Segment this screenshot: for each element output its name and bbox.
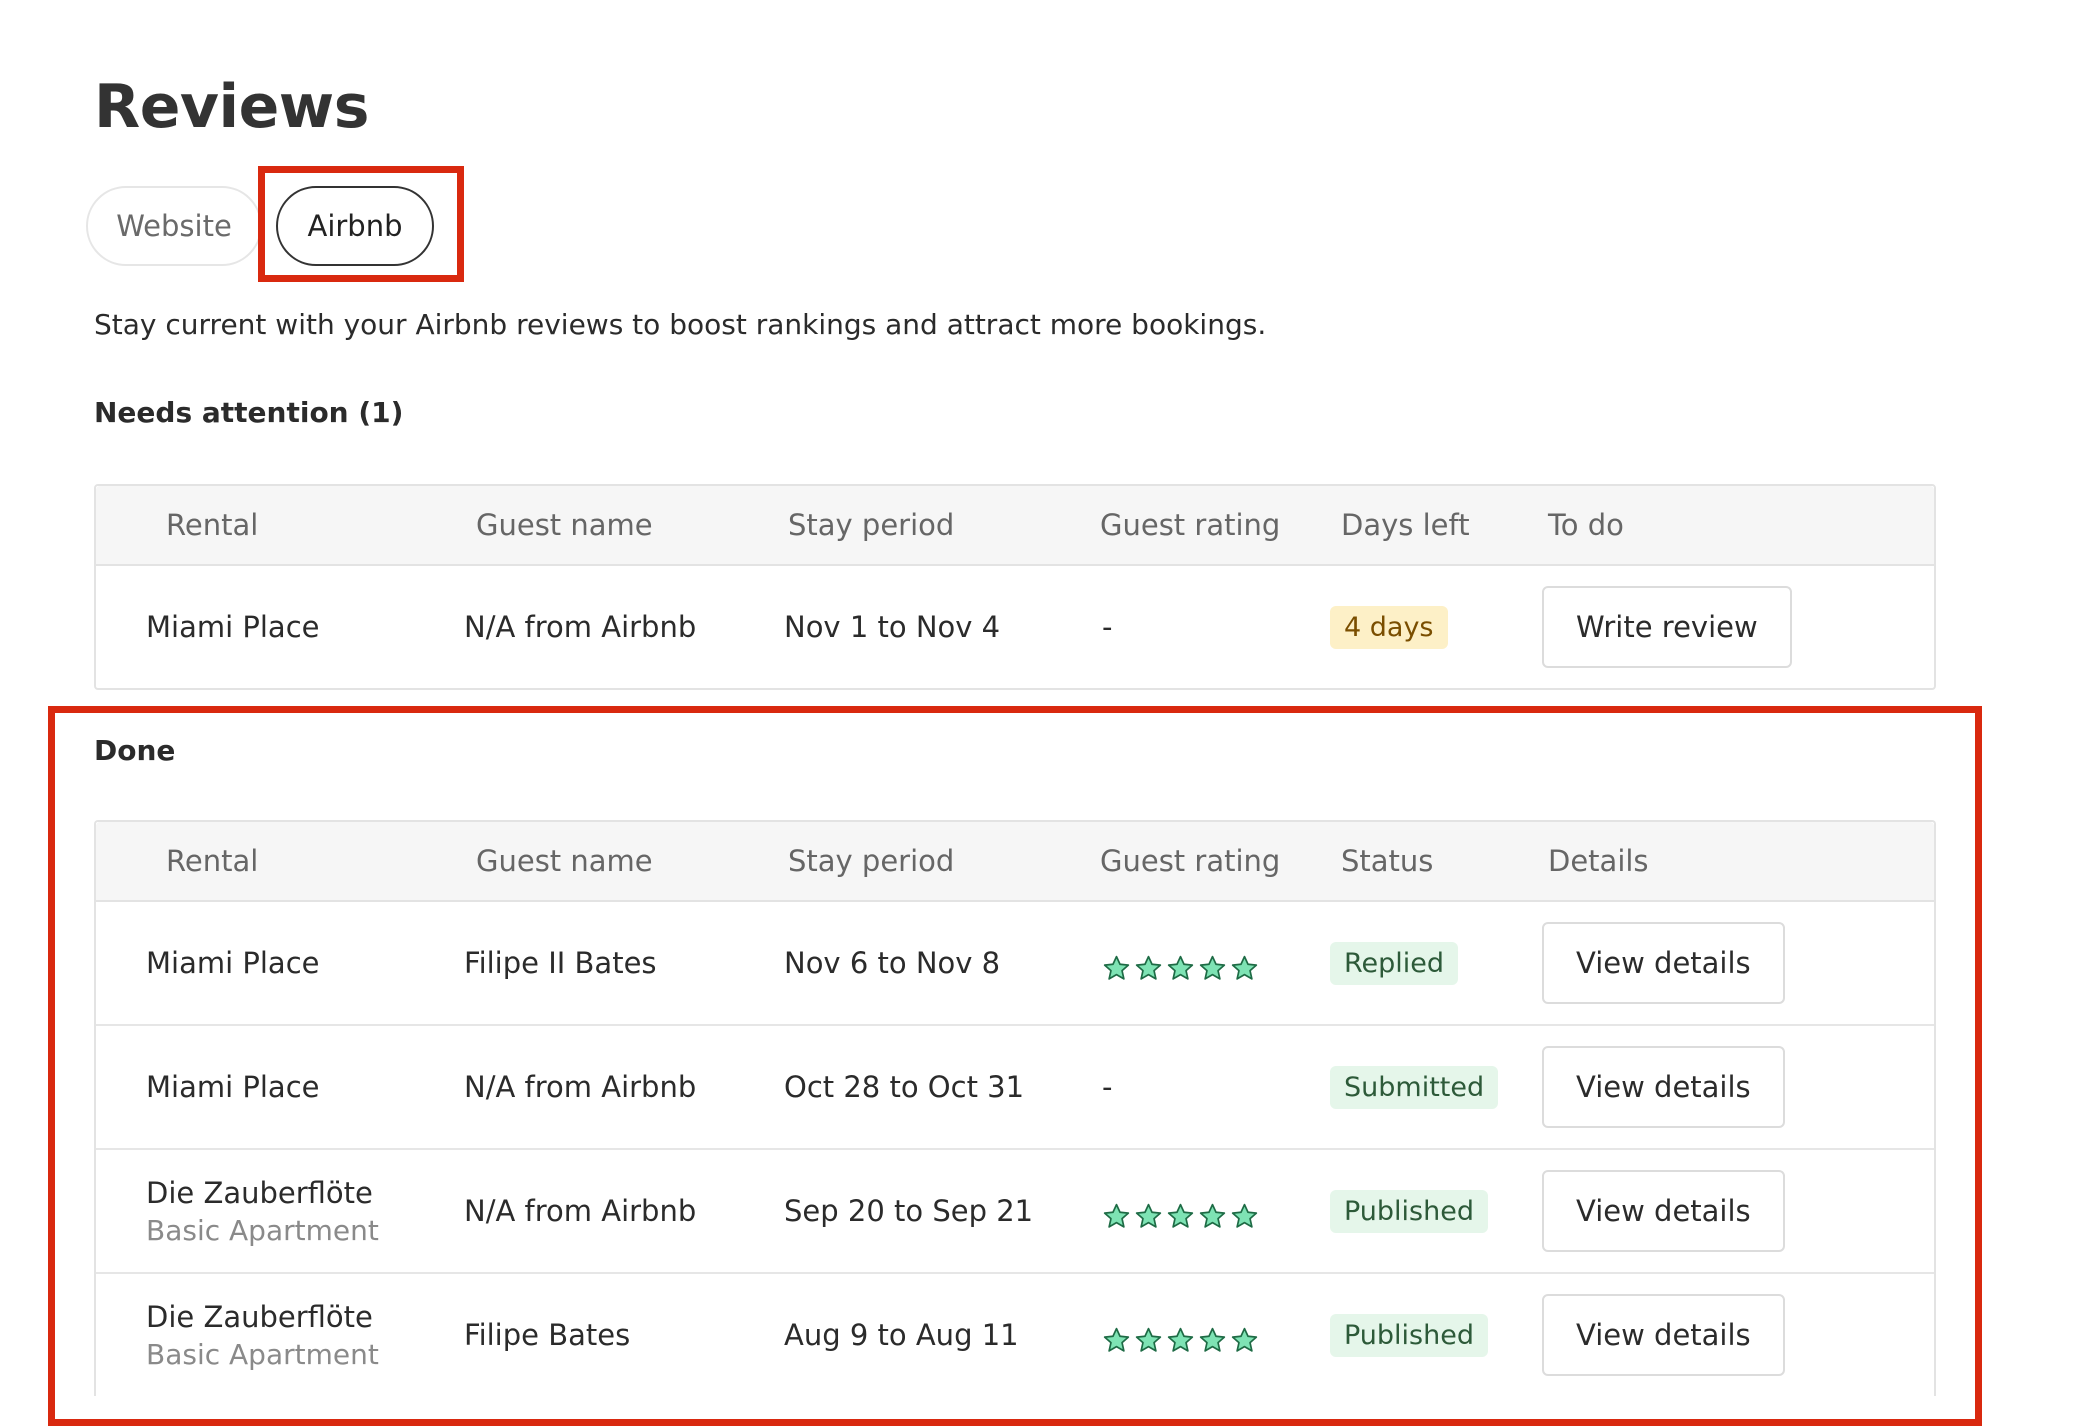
tab-website[interactable]: Website (86, 186, 262, 266)
todo-cell: Write review (1542, 566, 1792, 688)
star-icon (1167, 1203, 1194, 1228)
page-subtitle: Stay current with your Airbnb reviews to… (94, 308, 1267, 341)
star-icon (1103, 955, 1130, 980)
status-cell: Replied (1330, 902, 1459, 1024)
stay-period: Oct 28 to Oct 31 (784, 1070, 1025, 1104)
details-cell: View details (1542, 1026, 1785, 1148)
details-cell: View details (1542, 1150, 1785, 1272)
star-icon (1103, 1327, 1130, 1352)
table-row: Die Zauberflöte Basic Apartment N/A from A… (96, 1150, 1934, 1274)
status-badge: Submitted (1330, 1065, 1499, 1109)
stay-period: Aug 9 to Aug 11 (784, 1318, 1019, 1352)
guest-rating: - (1102, 1070, 1113, 1104)
rental-subtitle: Basic Apartment (146, 1213, 379, 1247)
guest-name: N/A from Airbnb (464, 1194, 697, 1228)
star-icon (1199, 1327, 1226, 1352)
view-details-button[interactable]: View details (1542, 1294, 1785, 1376)
details-cell: View details (1542, 1274, 1785, 1396)
star-icon (1199, 1203, 1226, 1228)
column-header-stay-period: Stay period (788, 844, 955, 878)
table-row: Die Zauberflöte Basic Apartment Filipe Bat… (96, 1274, 1934, 1396)
status-cell: Published (1330, 1274, 1488, 1396)
tab-airbnb[interactable]: Airbnb (276, 186, 434, 266)
done-heading: Done (94, 734, 176, 767)
column-header-details: Details (1548, 844, 1649, 878)
guest-name: N/A from Airbnb (464, 610, 697, 644)
table-row: Miami Place Filipe II Bates Nov 6 to Nov 8… (96, 902, 1934, 1026)
guest-rating (1102, 1274, 1259, 1396)
stay-period: Nov 6 to Nov 8 (784, 946, 1001, 980)
days-left: 4 days (1330, 566, 1448, 688)
column-header-days-left: Days left (1341, 508, 1470, 542)
view-details-button[interactable]: View details (1542, 1046, 1785, 1128)
guest-rating (1102, 902, 1259, 1024)
column-header-guest-rating: Guest rating (1100, 508, 1281, 542)
status-badge: Published (1330, 1313, 1488, 1357)
done-rows: Miami Place Filipe II Bates Nov 6 to Nov 8… (96, 902, 1934, 1396)
needs-attention-heading: Needs attention (1) (94, 396, 404, 429)
column-header-to-do: To do (1548, 508, 1624, 542)
status-cell: Submitted (1330, 1026, 1499, 1148)
column-header-status: Status (1341, 844, 1434, 878)
table-row: Miami Place N/A from Airbnb Oct 28 to Oct … (96, 1026, 1934, 1150)
column-header-guest-name: Guest name (476, 844, 653, 878)
rental-cell: Miami Place (146, 1026, 319, 1148)
page-title: Reviews (94, 72, 369, 142)
rental-cell: Miami Place (146, 902, 319, 1024)
star-rating (1102, 954, 1259, 983)
guest-rating (1102, 1150, 1259, 1272)
star-rating (1102, 1326, 1259, 1355)
rental-subtitle: Basic Apartment (146, 1337, 379, 1371)
rental-cell: Die Zauberflöte Basic Apartment (146, 1150, 379, 1272)
table-header: Rental Guest name Stay period Guest rati… (96, 486, 1934, 566)
guest-name: N/A from Airbnb (464, 1070, 697, 1104)
write-review-button[interactable]: Write review (1542, 586, 1792, 668)
guest-name: Filipe II Bates (464, 946, 657, 980)
table-row: Miami Place N/A from Airbnb Nov 1 to Nov… (96, 566, 1934, 688)
rental-name: Miami Place (146, 610, 320, 644)
table-header: Rental Guest name Stay period Guest rati… (96, 822, 1934, 902)
guest-name: Filipe Bates (464, 1318, 631, 1352)
stay-period: Nov 1 to Nov 4 (784, 610, 1001, 644)
rental-name: Miami Place (146, 1070, 320, 1104)
rental-name: Die Zauberflöte (146, 1175, 373, 1210)
rental-name: Miami Place (146, 946, 320, 980)
star-icon (1167, 1327, 1194, 1352)
guest-rating: - (1102, 610, 1113, 644)
view-details-button[interactable]: View details (1542, 1170, 1785, 1252)
star-icon (1231, 1327, 1258, 1352)
star-icon (1103, 1203, 1130, 1228)
view-details-button[interactable]: View details (1542, 922, 1785, 1004)
star-icon (1135, 955, 1162, 980)
column-header-guest-name: Guest name (476, 508, 653, 542)
stay-period: Sep 20 to Sep 21 (784, 1194, 1034, 1228)
status-badge: Published (1330, 1189, 1488, 1233)
star-rating (1102, 1202, 1259, 1231)
star-icon (1167, 955, 1194, 980)
column-header-stay-period: Stay period (788, 508, 955, 542)
star-icon (1135, 1327, 1162, 1352)
status-cell: Published (1330, 1150, 1488, 1272)
done-table: Rental Guest name Stay period Guest rati… (94, 820, 1936, 1396)
days-left-badge: 4 days (1330, 605, 1448, 649)
column-header-guest-rating: Guest rating (1100, 844, 1281, 878)
column-header-rental: Rental (166, 844, 259, 878)
column-header-rental: Rental (166, 508, 259, 542)
star-icon (1231, 1203, 1258, 1228)
rental-cell: Die Zauberflöte Basic Apartment (146, 1274, 379, 1396)
star-icon (1135, 1203, 1162, 1228)
needs-attention-table: Rental Guest name Stay period Guest rati… (94, 484, 1936, 690)
rental-name: Die Zauberflöte (146, 1299, 373, 1334)
star-icon (1231, 955, 1258, 980)
star-icon (1199, 955, 1226, 980)
details-cell: View details (1542, 902, 1785, 1024)
status-badge: Replied (1330, 941, 1459, 985)
